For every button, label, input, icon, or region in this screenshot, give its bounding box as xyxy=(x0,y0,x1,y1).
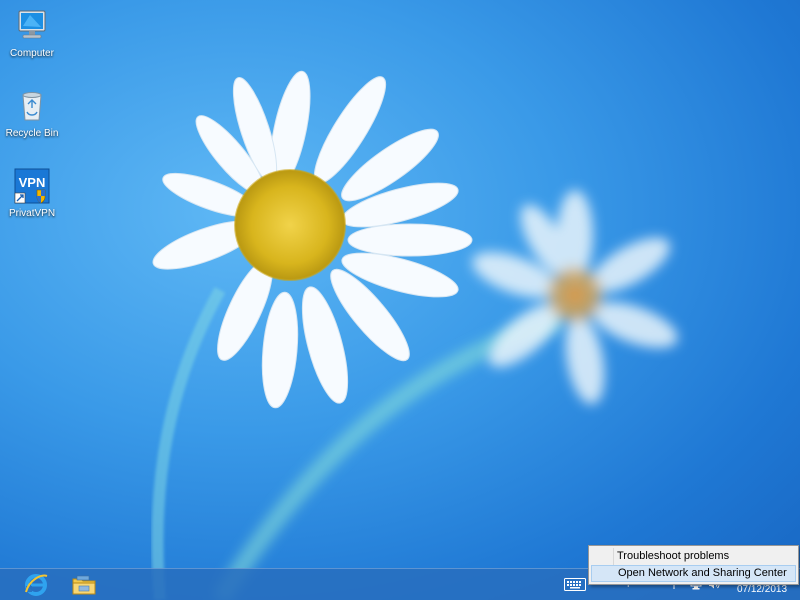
taskbar-file-explorer-button[interactable] xyxy=(62,570,106,600)
file-explorer-icon xyxy=(72,575,96,595)
vpn-shortcut-icon: VPN xyxy=(14,168,50,204)
desktop-icon-label: PrivatVPN xyxy=(8,208,56,219)
desktop-icon-label: Computer xyxy=(10,48,54,59)
taskbar-internet-explorer-button[interactable] xyxy=(14,570,58,600)
recycle-bin-icon xyxy=(22,92,42,121)
desktop[interactable]: Computer Recycle Bin VPN PrivatVPN 07/12… xyxy=(0,0,800,600)
desktop-icon-label: Recycle Bin xyxy=(5,128,59,139)
desktop-icon-privatvpn[interactable]: VPN PrivatVPN xyxy=(0,166,64,220)
wallpaper-daisies xyxy=(151,70,678,600)
menu-item-open-network-and-sharing-center[interactable]: Open Network and Sharing Center xyxy=(591,565,796,582)
menu-item-troubleshoot-problems[interactable]: Troubleshoot problems xyxy=(591,548,796,565)
internet-explorer-icon xyxy=(25,574,48,596)
computer-icon xyxy=(18,10,46,39)
svg-text:VPN: VPN xyxy=(19,175,46,190)
network-context-menu: Troubleshoot problems Open Network and S… xyxy=(588,545,799,585)
desktop-icon-computer[interactable]: Computer xyxy=(0,6,64,60)
desktop-icon-recycle-bin[interactable]: Recycle Bin xyxy=(0,86,64,140)
touch-keyboard-icon[interactable] xyxy=(564,578,586,591)
